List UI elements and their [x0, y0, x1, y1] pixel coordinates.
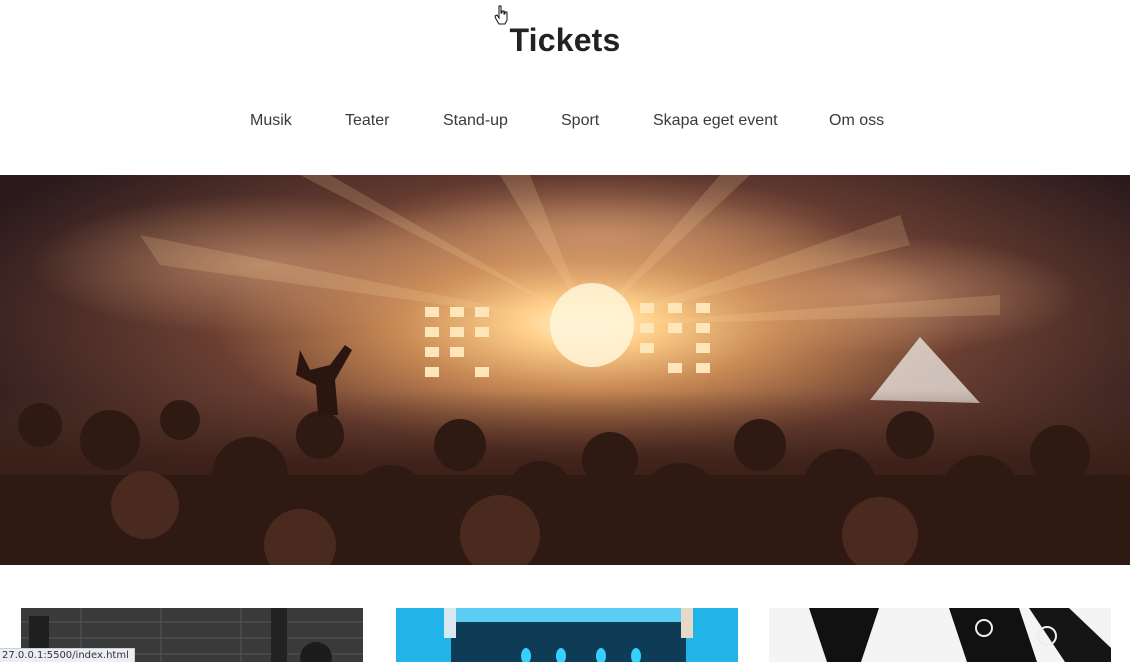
hero-image — [0, 175, 1130, 565]
site-title: Tickets — [509, 22, 621, 58]
status-bar-url: 27.0.0.1:5500/index.html — [0, 648, 135, 662]
hand-pointer-icon — [494, 5, 508, 25]
main-nav: Musik Teater Stand-up Sport Skapa eget e… — [0, 112, 1130, 136]
nav-item-musik[interactable]: Musik — [250, 112, 292, 130]
nav-item-skapa-eget-event[interactable]: Skapa eget event — [653, 112, 778, 130]
nav-item-stand-up[interactable]: Stand-up — [443, 112, 508, 130]
nav-item-sport[interactable]: Sport — [561, 112, 599, 130]
event-card-3-image[interactable] — [769, 608, 1111, 662]
nav-item-om-oss[interactable]: Om oss — [829, 112, 884, 130]
page: Tickets Musik Teater Stand-up Sport Skap… — [0, 0, 1130, 662]
event-card-2-image[interactable] — [396, 608, 738, 662]
nav-item-teater[interactable]: Teater — [345, 112, 389, 130]
